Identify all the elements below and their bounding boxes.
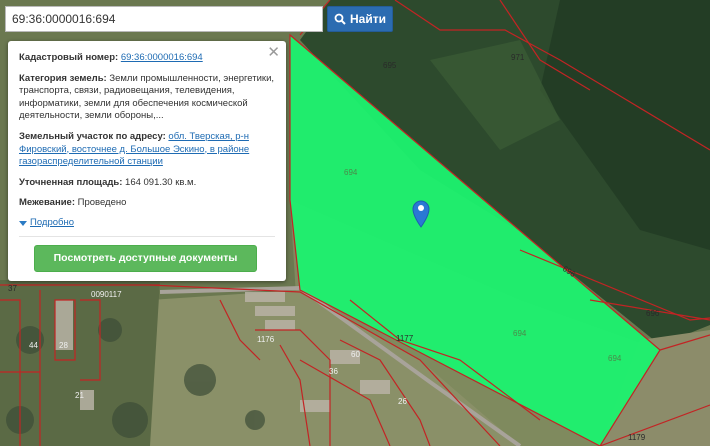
area-value: 164 091.30 кв.м.	[125, 176, 197, 188]
search-button-label: Найти	[350, 12, 386, 26]
map-label: 37	[8, 284, 17, 293]
close-icon[interactable]: ✕	[267, 45, 280, 60]
search-input[interactable]: 69:36:0000016:694	[5, 6, 323, 32]
search-icon	[334, 13, 346, 25]
area-label: Уточненная площадь:	[19, 176, 123, 188]
cadastral-number-link[interactable]: 69:36:0000016:694	[121, 52, 203, 63]
map-label: 695	[383, 61, 397, 70]
map-label: 1179	[628, 433, 646, 442]
survey-row: Межевание: Проведено	[19, 197, 276, 210]
cadastral-number-row: Кадастровый номер: 69:36:0000016:694	[19, 52, 276, 65]
map-label: 694	[608, 354, 622, 363]
address-row: Земельный участок по адресу: обл. Тверск…	[19, 131, 276, 169]
map-label: 28	[59, 341, 68, 350]
map-label: 36	[329, 367, 338, 376]
address-label: Земельный участок по адресу:	[19, 130, 166, 142]
map-label: 1176	[257, 335, 275, 344]
map-label: 60	[351, 350, 360, 359]
map-label: 696	[646, 309, 660, 318]
divider	[19, 236, 275, 237]
details-toggle[interactable]: Подробно	[19, 217, 276, 230]
view-documents-button[interactable]: Посмотреть доступные документы	[34, 245, 257, 272]
map-label: 694	[513, 329, 527, 338]
parcel-info-popup: ✕ Кадастровый номер: 69:36:0000016:694 К…	[8, 41, 286, 281]
map-label: 971	[511, 53, 525, 62]
map-label: 0090117	[91, 290, 122, 299]
area-row: Уточненная площадь: 164 091.30 кв.м.	[19, 177, 276, 190]
triangle-down-icon	[19, 220, 27, 226]
details-label: Подробно	[30, 216, 74, 228]
map-label: 21	[75, 391, 84, 400]
survey-label: Межевание:	[19, 197, 75, 209]
search-button[interactable]: Найти	[327, 6, 393, 32]
map-label: 694	[344, 168, 358, 177]
category-label: Категория земель:	[19, 72, 107, 84]
map-label: 26	[398, 397, 407, 406]
survey-value: Проведено	[77, 197, 127, 209]
land-category-row: Категория земель: Земли промышленности, …	[19, 73, 276, 123]
map-label: 1177	[396, 334, 414, 343]
cadastral-label: Кадастровый номер:	[19, 52, 119, 63]
map-label: 44	[29, 341, 38, 350]
